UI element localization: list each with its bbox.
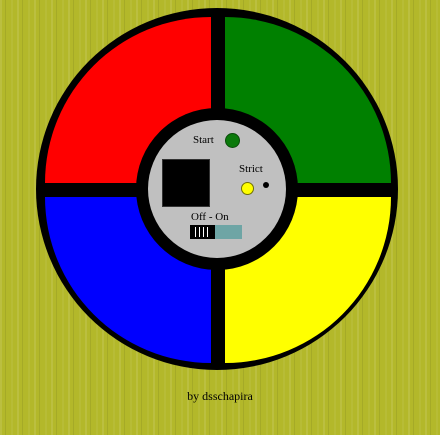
switch-grip-line	[199, 227, 200, 237]
switch-grip-line	[203, 227, 204, 237]
control-hub: Start Strict Off - On	[136, 108, 298, 270]
strict-label: Strict	[239, 163, 263, 175]
switch-grip-line	[207, 227, 208, 237]
strict-button[interactable]	[241, 182, 254, 195]
power-label: Off - On	[191, 211, 229, 223]
control-panel: Start Strict Off - On	[148, 120, 286, 258]
start-label: Start	[193, 134, 214, 146]
power-switch[interactable]	[190, 225, 242, 239]
power-switch-on-side	[215, 225, 242, 239]
strict-indicator-led	[263, 182, 269, 188]
simon-game-board: Start Strict Off - On	[36, 8, 398, 370]
author-credit: by dsschapira	[187, 389, 253, 403]
power-switch-off-side	[190, 225, 215, 239]
start-button[interactable]	[225, 133, 240, 148]
switch-grip-line	[195, 227, 196, 237]
count-display	[162, 159, 210, 207]
